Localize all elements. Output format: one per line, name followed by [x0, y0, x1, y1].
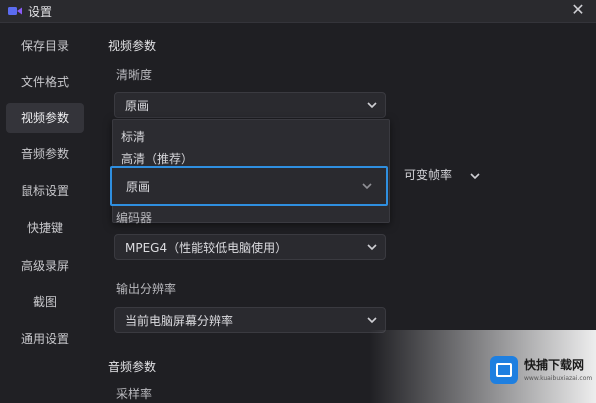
close-icon: ✕	[571, 0, 585, 19]
framerate-select-value: 可变帧率	[404, 168, 453, 182]
quality-label: 清晰度	[116, 68, 153, 82]
chevron-down-icon	[367, 244, 377, 251]
framerate-select[interactable]: 可变帧率	[404, 166, 480, 186]
encoder-select-value: MPEG4（性能较低电脑使用）	[125, 241, 288, 255]
title-bar: 设置 ✕	[0, 0, 596, 23]
chevron-down-icon	[362, 183, 372, 190]
chevron-down-icon	[367, 102, 377, 109]
close-button[interactable]: ✕	[568, 0, 588, 20]
sidebar-item-audio-params[interactable]: 音频参数	[6, 139, 84, 169]
chevron-down-icon	[367, 317, 377, 324]
watermark-logo-icon	[490, 356, 518, 384]
quality-select-value: 原画	[125, 99, 150, 113]
watermark-name: 快捕下载网	[524, 358, 585, 372]
watermark-url: www.kuaibuxiazai.com	[524, 375, 593, 382]
samplerate-label: 采样率	[116, 387, 153, 401]
sidebar-item-video-params[interactable]: 视频参数	[6, 103, 84, 133]
encoder-select[interactable]: MPEG4（性能较低电脑使用）	[114, 234, 386, 260]
sidebar-item-general-settings[interactable]: 通用设置	[6, 324, 84, 354]
video-section-title: 视频参数	[108, 39, 157, 53]
sidebar-item-shortcuts[interactable]: 快捷键	[6, 213, 84, 243]
settings-content: 视频参数 清晰度 原画 标清 高清（推荐） 原画 可变帧率 编码器 MPEG4（…	[92, 23, 596, 403]
resolution-select[interactable]: 当前电脑屏幕分辨率	[114, 307, 386, 333]
site-watermark: 快捕下载网 www.kuaibuxiazai.com	[490, 350, 593, 390]
chevron-down-icon	[470, 173, 480, 180]
window-title: 设置	[28, 5, 53, 19]
settings-sidebar: 保存目录 文件格式 视频参数 音频参数 鼠标设置 快捷键 高级录屏 截图 通用设…	[0, 23, 90, 403]
sidebar-item-file-format[interactable]: 文件格式	[6, 67, 84, 97]
resolution-label: 输出分辨率	[116, 282, 177, 296]
resolution-select-value: 当前电脑屏幕分辨率	[125, 314, 234, 328]
quality-option-original-label: 原画	[126, 180, 151, 194]
quality-select[interactable]: 原画	[114, 92, 386, 118]
quality-option-hd-recommended[interactable]: 高清（推荐）	[121, 150, 193, 167]
quality-option-sd[interactable]: 标清	[121, 128, 145, 145]
sidebar-item-screenshot[interactable]: 截图	[6, 287, 84, 317]
encoder-label: 编码器	[116, 211, 153, 225]
sidebar-item-save-directory[interactable]: 保存目录	[6, 31, 84, 61]
video-camera-icon	[8, 7, 22, 15]
audio-section-title: 音频参数	[108, 360, 157, 374]
sidebar-item-mouse-settings[interactable]: 鼠标设置	[6, 176, 84, 206]
sidebar-item-advanced-recording[interactable]: 高级录屏	[6, 251, 84, 281]
quality-option-original[interactable]: 原画	[110, 166, 388, 206]
